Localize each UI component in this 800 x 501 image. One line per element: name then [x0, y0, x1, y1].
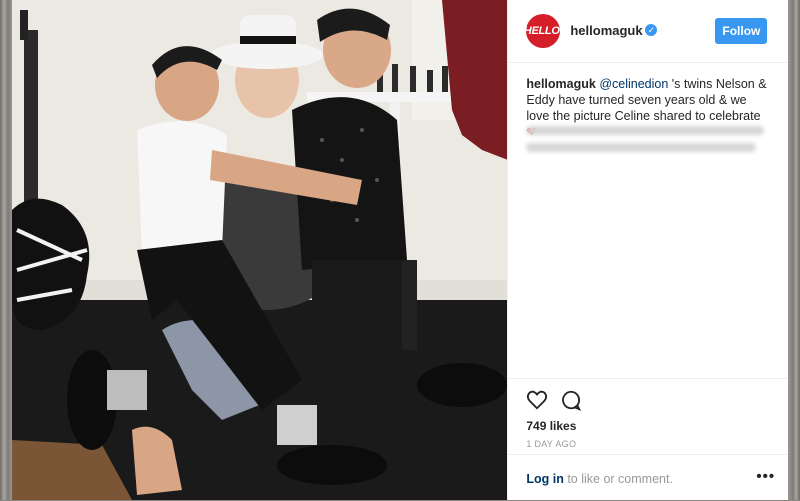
post-photo[interactable] — [12, 0, 508, 500]
post-sidebar: HELLO! hellomaguk ✓ Follow hellomaguk @c… — [507, 0, 789, 501]
follow-button[interactable]: Follow — [715, 18, 768, 44]
caption-username[interactable]: hellomaguk — [526, 77, 595, 91]
caption-mention-link[interactable]: @celinedion — [599, 77, 668, 91]
blurred-line — [526, 126, 765, 135]
login-prompt: Log in to like or comment. — [526, 472, 673, 486]
blurred-comment — [526, 126, 771, 160]
likes-count[interactable]: 749 likes — [526, 419, 576, 433]
blurred-line — [526, 143, 757, 152]
comment-icon[interactable] — [560, 389, 582, 411]
login-text: to like or comment. — [563, 472, 673, 486]
post-timestamp: 1 DAY AGO — [526, 439, 577, 449]
login-link[interactable]: Log in — [526, 472, 564, 486]
instagram-post: HELLO! hellomaguk ✓ Follow hellomaguk @c… — [12, 0, 789, 501]
photo-illustration — [12, 0, 508, 500]
post-actions: 749 likes 1 DAY AGO — [508, 378, 789, 449]
username-link[interactable]: hellomaguk — [570, 23, 642, 38]
profile-avatar[interactable]: HELLO! — [524, 14, 563, 48]
more-options-icon[interactable]: ••• — [756, 468, 775, 485]
heart-icon[interactable] — [526, 389, 548, 411]
comment-bar: Log in to like or comment. ••• — [508, 454, 789, 501]
verified-icon: ✓ — [645, 24, 658, 36]
post-header: HELLO! hellomaguk ✓ Follow — [508, 0, 789, 63]
